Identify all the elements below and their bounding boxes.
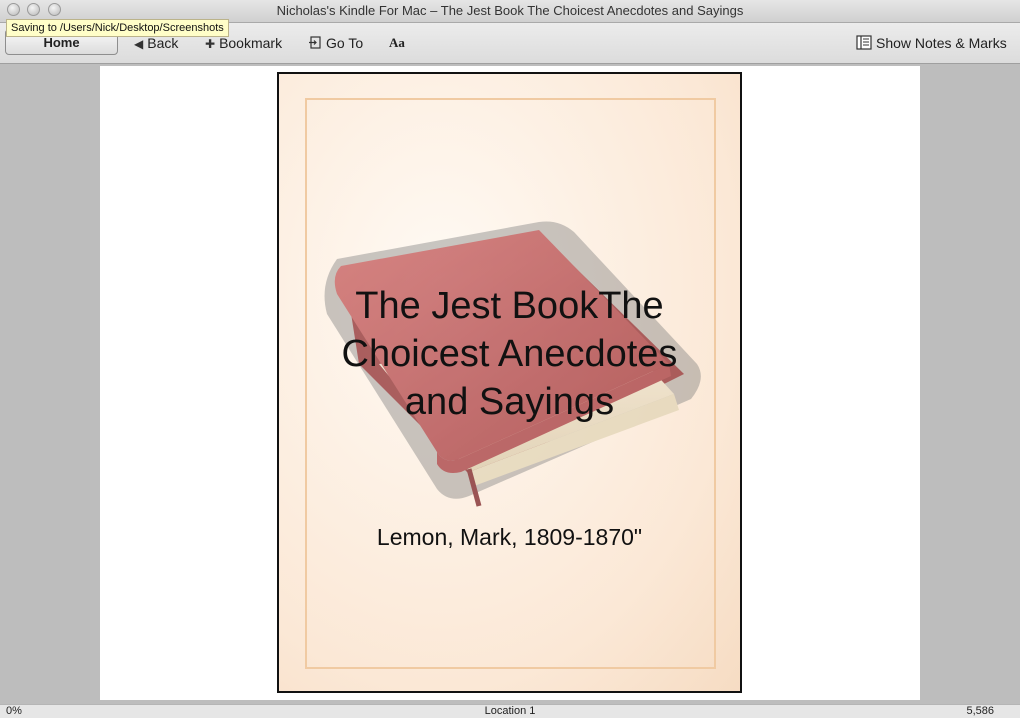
cover-title-line: The Jest BookThe bbox=[355, 285, 664, 327]
back-arrow-icon: ◀ bbox=[134, 37, 144, 51]
goto-button[interactable]: Go To bbox=[309, 34, 363, 52]
cover-author: Lemon, Mark, 1809-1870" bbox=[376, 524, 643, 550]
cover-title-line: and Sayings bbox=[404, 381, 615, 423]
show-notes-button[interactable]: Show Notes & Marks bbox=[856, 34, 1007, 52]
current-location: Location 1 bbox=[484, 705, 536, 717]
window-title: Nicholas's Kindle For Mac – The Jest Boo… bbox=[276, 3, 744, 18]
cover-title: The Jest BookThe Choicest Anecdotes and … bbox=[289, 282, 730, 426]
back-label: Back bbox=[147, 35, 179, 51]
save-tooltip: Saving to /Users/Nick/Desktop/Screenshot… bbox=[6, 19, 229, 37]
goto-label: Go To bbox=[326, 35, 364, 51]
reading-pane[interactable]: The Jest BookThe Choicest Anecdotes and … bbox=[100, 66, 920, 700]
status-bar: 0% Location 1 5,586 bbox=[0, 704, 1020, 718]
total-locations: 5,586 bbox=[966, 705, 994, 717]
font-settings-button[interactable]: Aa bbox=[389, 34, 405, 52]
plus-icon: ✚ bbox=[205, 37, 216, 51]
book-cover: The Jest BookThe Choicest Anecdotes and … bbox=[277, 72, 742, 693]
goto-icon bbox=[309, 35, 322, 53]
bookmark-label: Bookmark bbox=[219, 35, 283, 51]
notebook-icon bbox=[856, 35, 872, 53]
show-notes-label: Show Notes & Marks bbox=[876, 35, 1007, 51]
cover-title-line: Choicest Anecdotes bbox=[341, 333, 678, 375]
